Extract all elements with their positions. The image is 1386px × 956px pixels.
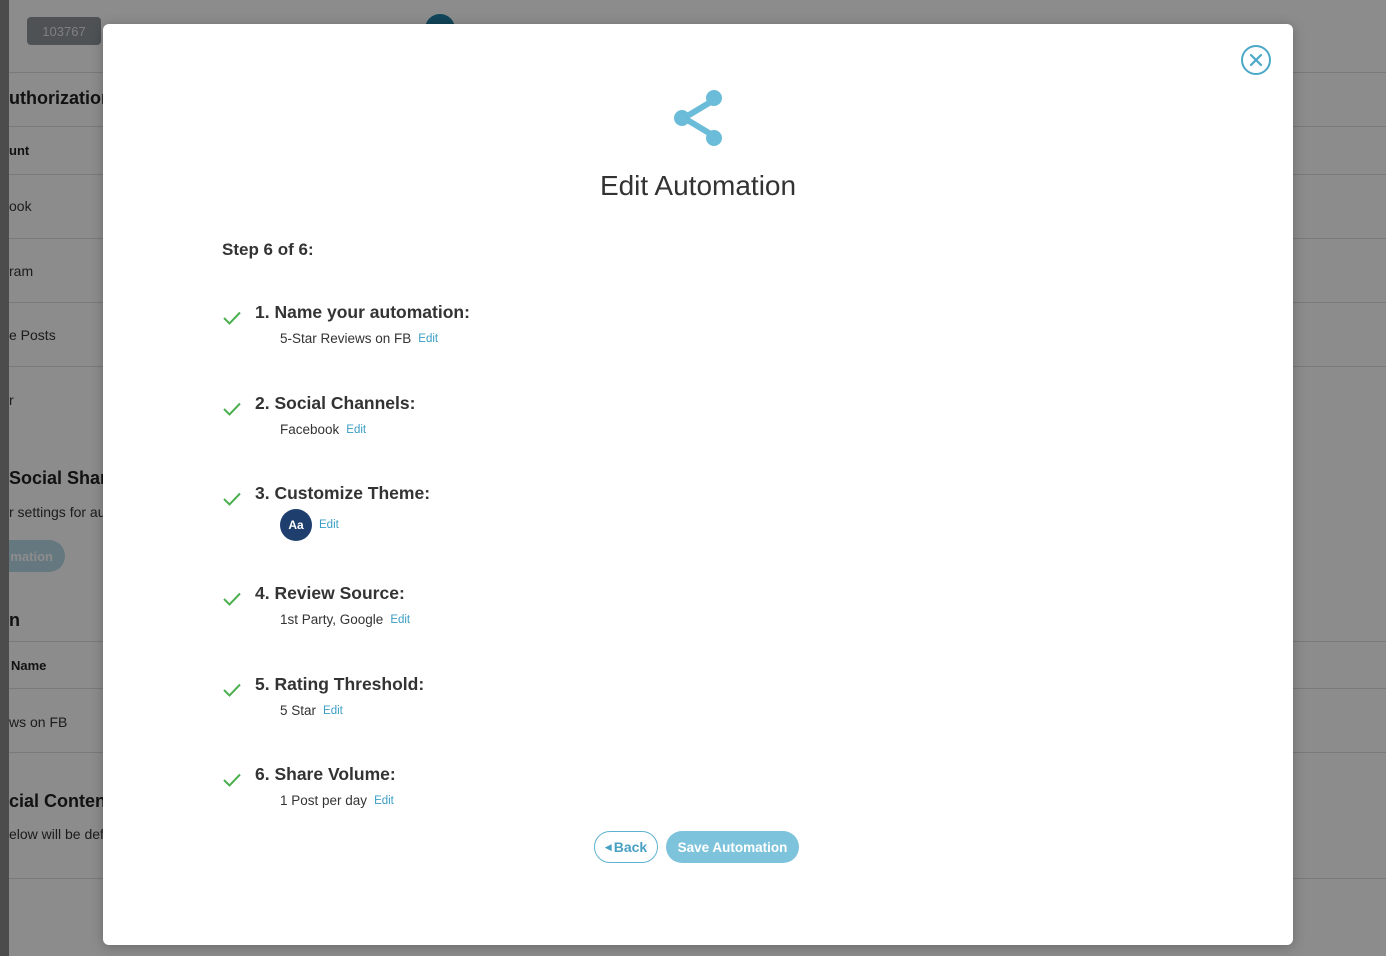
step-title: 1. Name your automation: bbox=[255, 302, 470, 322]
step-value: 5-Star Reviews on FB bbox=[280, 331, 412, 346]
back-button-label: Back bbox=[613, 839, 648, 855]
edit-review-source-link[interactable]: Edit bbox=[390, 614, 410, 626]
check-icon bbox=[223, 492, 241, 506]
edit-name-link[interactable]: Edit bbox=[418, 333, 438, 345]
save-automation-button[interactable]: Save Automation bbox=[666, 831, 799, 863]
check-icon bbox=[223, 592, 241, 606]
step-detail: 5 Star Edit bbox=[280, 703, 343, 718]
edit-share-volume-link[interactable]: Edit bbox=[374, 795, 394, 807]
check-icon bbox=[223, 402, 241, 416]
back-button[interactable]: ◀ Back bbox=[594, 831, 658, 863]
edit-channels-link[interactable]: Edit bbox=[346, 424, 366, 436]
check-icon bbox=[223, 773, 241, 787]
modal-title: Edit Automation bbox=[599, 170, 797, 201]
step-detail: Facebook Edit bbox=[280, 422, 366, 437]
step-progress-label: Step 6 of 6: bbox=[222, 240, 314, 259]
edit-automation-modal: Edit Automation Step 6 of 6: 1. Name you… bbox=[103, 24, 1293, 945]
step-detail: 1st Party, Google Edit bbox=[280, 612, 410, 627]
step-title: 5. Rating Threshold: bbox=[255, 674, 425, 694]
step-title: 4. Review Source: bbox=[255, 583, 405, 603]
chevron-left-icon: ◀ bbox=[604, 841, 612, 852]
step-detail: Aa Edit bbox=[280, 509, 339, 541]
step-detail: 1 Post per day Edit bbox=[280, 793, 394, 808]
step-value: 1st Party, Google bbox=[280, 612, 384, 627]
step-value: 1 Post per day bbox=[280, 793, 368, 808]
check-icon bbox=[223, 311, 241, 325]
share-icon bbox=[674, 90, 722, 146]
step-value: 5 Star bbox=[280, 703, 317, 718]
step-title: 3. Customize Theme: bbox=[255, 483, 431, 503]
theme-avatar: Aa bbox=[280, 509, 312, 541]
edit-theme-link[interactable]: Edit bbox=[319, 519, 339, 531]
step-detail: 5-Star Reviews on FB Edit bbox=[280, 331, 438, 346]
step-value: Facebook bbox=[280, 422, 340, 437]
step-title: 2. Social Channels: bbox=[255, 393, 416, 413]
close-icon bbox=[1249, 53, 1263, 67]
check-icon bbox=[223, 683, 241, 697]
close-button[interactable] bbox=[1241, 45, 1271, 75]
edit-rating-link[interactable]: Edit bbox=[323, 705, 343, 717]
step-title: 6. Share Volume: bbox=[255, 764, 396, 784]
